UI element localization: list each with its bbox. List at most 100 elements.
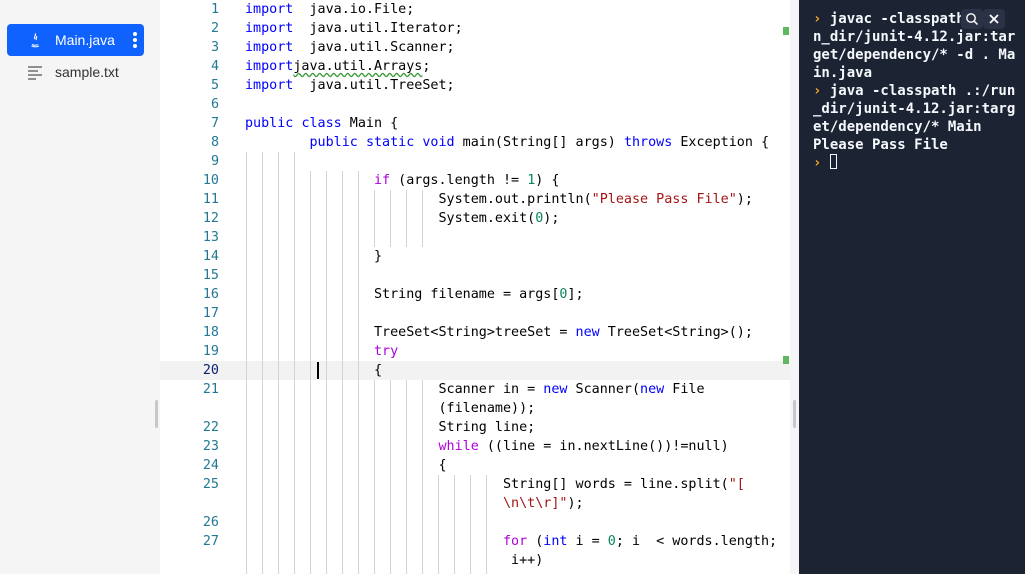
code-token: String filename = args[	[245, 287, 560, 302]
code-token: try	[374, 344, 399, 359]
line-number: 4	[210, 59, 219, 74]
code-line[interactable]: 19 try	[160, 342, 790, 361]
indent-guide	[470, 475, 471, 574]
terminal-text: get/dependency/* -d . Ma	[813, 47, 1016, 63]
code-line[interactable]: 16 String filename = args[0];	[160, 285, 790, 304]
code-line[interactable]: 4 importjava.util.Arrays;	[160, 57, 790, 76]
code-token: main(String[] args)	[454, 135, 624, 150]
search-icon	[966, 13, 979, 26]
line-number: 8	[210, 135, 219, 150]
line-number: 21	[202, 382, 219, 397]
code-line[interactable]: 1 import java.io.File;	[160, 0, 790, 19]
code-token: new	[543, 382, 568, 397]
code-token: throws	[623, 135, 673, 150]
code-token: java.util.Arrays	[293, 59, 423, 74]
code-line[interactable]: 3 import java.util.Scanner;	[160, 38, 790, 57]
file-tree: Main.java sample.txt	[0, 0, 152, 574]
sidebar-resize-handle[interactable]	[155, 400, 158, 428]
terminal-resize-handle[interactable]	[793, 400, 796, 428]
code-line[interactable]: 27 for (int i = 0; i < words.length;	[160, 532, 790, 551]
code-token: java.util.Scanner;	[293, 40, 455, 55]
code-token: ];	[567, 287, 584, 302]
close-button[interactable]	[983, 9, 1005, 29]
code-line[interactable]: i++)	[160, 551, 790, 570]
code-line[interactable]: 22 String line;	[160, 418, 790, 437]
code-line[interactable]: 2 import java.util.Iterator;	[160, 19, 790, 38]
code-token: ((line = in.nextLine())!=null)	[478, 439, 729, 454]
code-line[interactable]: 14 }	[160, 247, 790, 266]
java-file-icon	[31, 33, 40, 48]
code-line[interactable]: (filename));	[160, 399, 790, 418]
line-number: 19	[202, 344, 219, 359]
indent-guide	[406, 190, 407, 247]
line-number: 7	[210, 116, 219, 131]
code-text: public static void main(String[] args) t…	[245, 133, 770, 152]
code-token: import	[245, 21, 294, 36]
terminal-line: n_dir/junit-4.12.jar:tar	[813, 28, 1018, 46]
code-text: import java.io.File;	[245, 0, 414, 19]
code-token: import	[245, 40, 294, 55]
code-token: );	[736, 192, 753, 207]
code-token: (	[527, 534, 544, 549]
terminal-console[interactable]: › javac -classpath n_dir/junit-4.12.jar:t…	[799, 0, 1025, 574]
terminal-line: ›	[813, 154, 1018, 172]
code-line[interactable]: 5 import java.util.TreeSet;	[160, 76, 790, 95]
file-item-main-java[interactable]: Main.java	[7, 24, 144, 56]
code-token: "[	[728, 477, 745, 492]
indent-guide	[422, 190, 423, 247]
code-line[interactable]: 20 {	[160, 361, 790, 380]
terminal-line: › java -classpath .:/run	[813, 82, 1018, 100]
code-token: new	[575, 325, 600, 340]
line-number: 1	[210, 2, 219, 17]
code-line[interactable]: 17	[160, 304, 790, 323]
line-number: 20	[202, 363, 219, 378]
more-options-icon[interactable]	[132, 31, 138, 49]
code-token: Scanner(	[567, 382, 641, 397]
code-line[interactable]: 15	[160, 266, 790, 285]
code-line[interactable]: 9	[160, 152, 790, 171]
file-name: sample.txt	[55, 64, 119, 80]
code-line[interactable]: 25 String[] words = line.split("[	[160, 475, 790, 494]
indent-guide	[390, 380, 391, 574]
code-line[interactable]: 8 public static void main(String[] args)…	[160, 133, 790, 152]
code-token: (args.length !=	[390, 173, 528, 188]
code-line[interactable]: \n\t\r]");	[160, 494, 790, 513]
terminal-line: Please Pass File	[813, 136, 1018, 154]
line-number: 11	[202, 192, 219, 207]
code-line[interactable]: 6	[160, 95, 790, 114]
indent-guide	[310, 171, 311, 574]
code-text: importjava.util.Arrays;	[245, 57, 430, 76]
line-number: 5	[210, 78, 219, 93]
code-line[interactable]: 10 if (args.length != 1) {	[160, 171, 790, 190]
search-button[interactable]	[961, 9, 983, 29]
code-line[interactable]: 13	[160, 228, 790, 247]
indent-guide	[326, 171, 327, 574]
line-number: 6	[210, 97, 219, 112]
indent-guide	[262, 152, 263, 574]
code-line[interactable]: 11 System.out.println("Please Pass File"…	[160, 190, 790, 209]
code-text: Scanner in = new Scanner(new File	[245, 380, 704, 399]
code-line[interactable]: 18 TreeSet<String>treeSet = new TreeSet<…	[160, 323, 790, 342]
file-item-sample-txt[interactable]: sample.txt	[7, 56, 144, 88]
code-line[interactable]: 24 {	[160, 456, 790, 475]
code-text: }	[245, 247, 382, 266]
code-text: import java.util.TreeSet;	[245, 76, 455, 95]
line-number: 24	[202, 458, 219, 473]
code-token: import	[245, 2, 294, 17]
code-line[interactable]: 21 Scanner in = new Scanner(new File	[160, 380, 790, 399]
code-line[interactable]: 7 public class Main {	[160, 114, 790, 133]
code-line[interactable]: 26	[160, 513, 790, 532]
code-token: java.util.Iterator;	[293, 21, 463, 36]
line-number: 25	[202, 477, 219, 492]
indent-guide	[438, 475, 439, 574]
line-number: 9	[210, 154, 219, 169]
code-token: ; i < words.length;	[615, 534, 778, 549]
code-editor[interactable]: 1 import java.io.File; 2 import java.util.I…	[160, 0, 790, 574]
terminal-line: et/dependency/* Main	[813, 118, 1018, 136]
code-token: );	[543, 211, 560, 226]
code-token: class	[301, 116, 342, 131]
code-text: i++)	[245, 551, 543, 570]
code-line[interactable]: 12 System.exit(0);	[160, 209, 790, 228]
code-line[interactable]: 23 while ((line = in.nextLine())!=null)	[160, 437, 790, 456]
code-text: TreeSet<String>treeSet = new TreeSet<Str…	[245, 323, 753, 342]
